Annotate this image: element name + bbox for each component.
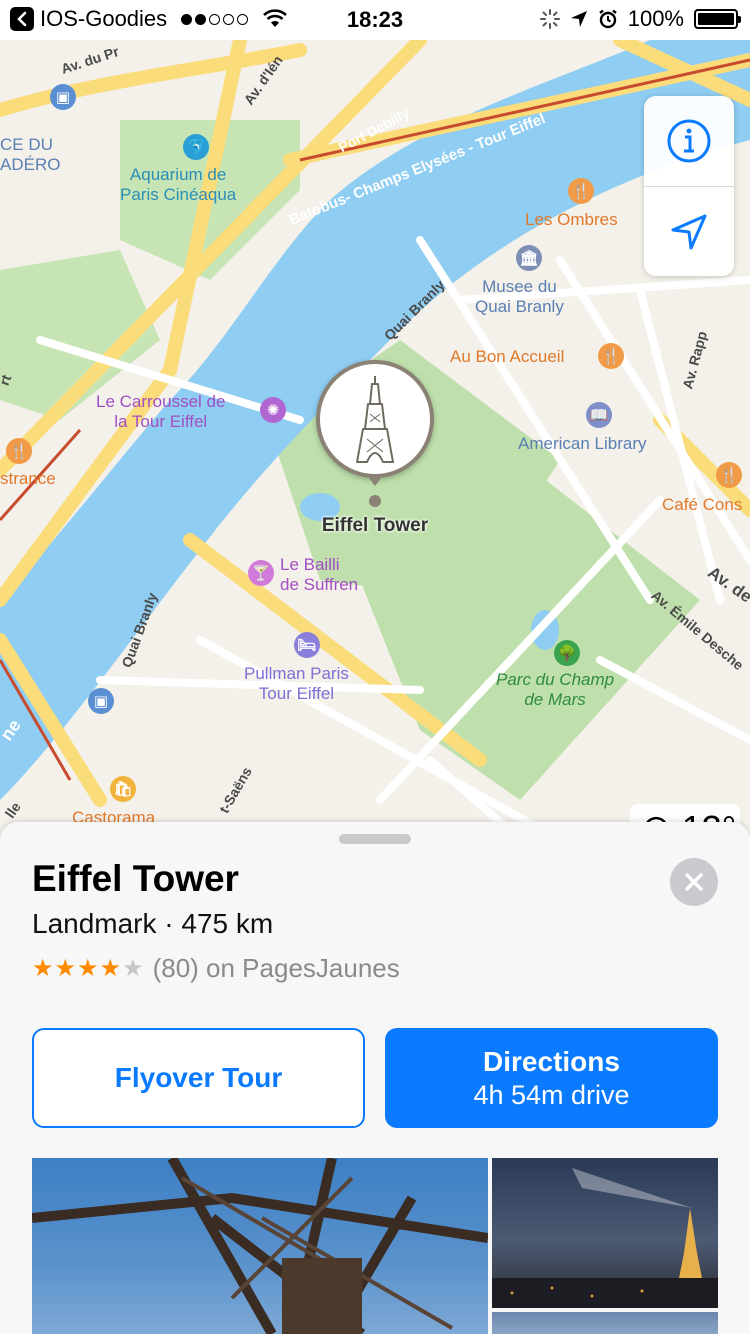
pin-tail — [366, 474, 384, 486]
label-carrousel[interactable]: Le Carroussel de la Tour Eiffel — [96, 392, 225, 432]
info-button[interactable] — [644, 96, 734, 186]
map-controls — [644, 96, 734, 276]
rating-row[interactable]: ★★★★★ (80) on PagesJaunes — [32, 953, 400, 984]
label-parc[interactable]: Parc du Champ de Mars — [496, 670, 614, 710]
photo-eiffel-night[interactable] — [492, 1158, 718, 1308]
restaurant-icon-west[interactable]: 🍴 — [6, 438, 32, 464]
hotel-icon[interactable]: 🛏 — [294, 632, 320, 658]
battery-icon — [694, 9, 741, 29]
location-arrow-outline-icon — [671, 214, 707, 249]
star-rating-icon: ★★★★★ — [32, 955, 145, 982]
battery-percent: 100% — [627, 6, 684, 31]
close-button[interactable] — [670, 858, 718, 906]
label-musee[interactable]: Musee du Quai Branly — [475, 277, 564, 317]
label-american-library[interactable]: American Library — [518, 434, 647, 454]
label-les-ombres[interactable]: Les Ombres — [525, 210, 618, 230]
sheet-grabber[interactable] — [339, 834, 411, 844]
pin-location-dot — [369, 495, 381, 507]
flyover-label: Flyover Tour — [114, 1062, 283, 1093]
restaurant-icon-cafe[interactable]: 🍴 — [716, 462, 742, 488]
label-bailli[interactable]: Le Bailli de Suffren — [280, 555, 358, 595]
label-aquarium[interactable]: Aquarium de Paris Cinéaqua — [120, 165, 236, 205]
directions-button[interactable]: Directions 4h 54m drive — [385, 1028, 718, 1128]
label-cafe-cons[interactable]: Café Cons — [662, 495, 742, 515]
status-right: 100% — [539, 6, 741, 32]
directions-eta: 4h 54m drive — [473, 1079, 630, 1110]
aquarium-icon[interactable]: 🐬 — [183, 134, 209, 160]
rating-text: (80) on PagesJaunes — [152, 953, 400, 983]
restaurant-icon-les-ombres[interactable]: 🍴 — [568, 178, 594, 204]
label-strance[interactable]: strance — [0, 469, 56, 489]
locate-me-button[interactable] — [644, 186, 734, 276]
label-pullman[interactable]: Pullman Paris Tour Eiffel — [244, 664, 349, 704]
activity-spinner-icon — [539, 9, 560, 29]
rer-icon[interactable]: ▣ — [88, 688, 114, 714]
eiffel-tower-pin[interactable] — [316, 360, 434, 478]
place-title: Eiffel Tower — [32, 858, 239, 899]
photo-gallery[interactable] — [32, 1158, 718, 1334]
status-bar: IOS-Goodies 18:23 100% — [0, 0, 750, 40]
close-icon — [685, 873, 703, 891]
photo-eiffel-day[interactable] — [492, 1312, 718, 1334]
store-icon[interactable]: 🛍 — [110, 776, 136, 802]
location-arrow-icon — [570, 11, 587, 27]
label-au-bon-accueil[interactable]: Au Bon Accueil — [450, 347, 564, 367]
photo-eiffel-structure[interactable] — [32, 1158, 488, 1334]
restaurant-icon-au-bon-accueil[interactable]: 🍴 — [598, 343, 624, 369]
alarm-icon — [598, 9, 617, 29]
carousel-icon[interactable]: ✺ — [260, 397, 286, 423]
map-view[interactable]: Av. du Pr Av. d'Ién Batobus- Champs Elys… — [0, 40, 750, 840]
eiffel-tower-icon — [356, 376, 394, 463]
place-card: Eiffel Tower Landmark · 475 km ★★★★★ (80… — [0, 822, 750, 1334]
metro-icon[interactable]: ▣ — [50, 84, 76, 110]
pin-label[interactable]: Eiffel Tower — [300, 515, 450, 537]
museum-icon[interactable]: 🏛 — [516, 245, 542, 271]
directions-label: Directions — [483, 1045, 620, 1077]
label-trocadero: CE DU ADÉRO — [0, 135, 61, 174]
bar-icon[interactable]: 🍸 — [248, 560, 274, 586]
park-icon[interactable]: 🌳 — [554, 640, 580, 666]
place-category-distance: Landmark · 475 km — [32, 908, 274, 939]
flyover-tour-button[interactable]: Flyover Tour — [32, 1028, 365, 1128]
library-icon[interactable]: 📖 — [586, 402, 612, 428]
info-icon — [667, 119, 711, 163]
